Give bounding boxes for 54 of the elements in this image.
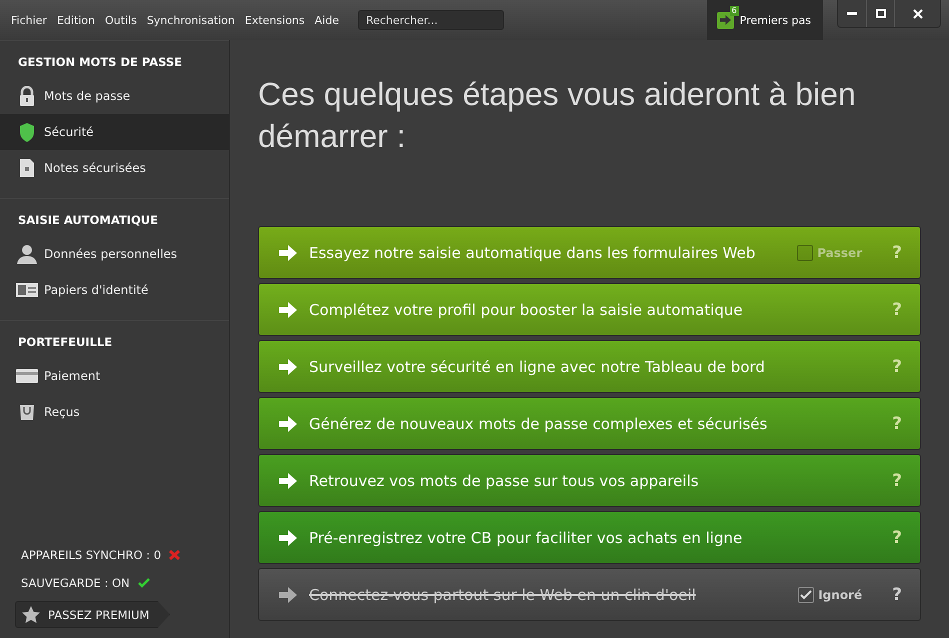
menu-item[interactable]: Outils (100, 14, 142, 26)
help-icon[interactable]: ? (892, 528, 902, 548)
sidebar-item[interactable]: Paiement (0, 358, 229, 394)
sidebar-item[interactable]: Reçus (0, 394, 229, 430)
status-text: SAUVEGARDE : ON (21, 576, 130, 590)
arrow-icon (279, 302, 297, 318)
getting-started-tab[interactable]: 6 Premiers pas (706, 0, 823, 40)
menu-item[interactable]: Synchronisation (142, 14, 240, 26)
sidebar-item[interactable]: Notes sécurisées (0, 150, 229, 186)
step-bar[interactable]: Pré-enregistrez votre CB pour faciliter vos achats en ligne ? (258, 511, 921, 564)
step-text: Pré-enregistrez votre CB pour faciliter vos achats en ligne (309, 528, 742, 546)
step-bar[interactable]: Complétez votre profil pour booster la saisie automatique ? (258, 283, 921, 336)
section-heading: SAISIE AUTOMATIQUE (18, 213, 159, 227)
step-text: Complétez votre profil pour booster la saisie automatique (309, 300, 743, 318)
step-text: Connectez-vous partout sur le Web en un clin d'oeil (309, 586, 696, 604)
menu-item[interactable]: Edition (52, 14, 100, 26)
skip-checkbox[interactable]: Ignoré (798, 586, 862, 602)
step-bar[interactable]: Connectez-vous partout sur le Web en un clin d'oeil Ignoré ? (258, 568, 921, 621)
arrow-icon (279, 358, 297, 374)
status-text: APPAREILS SYNCHRO : 0 (21, 548, 162, 562)
sidebar-item[interactable]: Données personnelles (0, 236, 229, 272)
minimize-icon (847, 12, 857, 15)
step-text: Surveillez votre sécurité en ligne avec notre Tableau de bord (309, 358, 765, 376)
star-icon (22, 606, 40, 623)
check-icon (800, 590, 812, 600)
count-badge: 6 (730, 6, 739, 16)
menu-item[interactable]: Aide (310, 14, 344, 26)
sidebar-item[interactable]: Mots de passe (0, 78, 229, 114)
person-icon (16, 244, 38, 264)
section-heading: GESTION MOTS DE PASSE (18, 55, 184, 69)
arrow-icon (279, 416, 297, 432)
arrow-icon (279, 586, 297, 602)
help-icon[interactable]: ? (892, 584, 902, 604)
id-card-icon (16, 283, 38, 297)
page-heading: Ces quelques étapes vous aideront à bien démarrer : (258, 75, 857, 156)
sidebar-item[interactable]: Papiers d'identité (0, 272, 229, 308)
search-field[interactable]: Rechercher... (358, 10, 504, 30)
section-heading: PORTEFEUILLE (18, 335, 114, 349)
step-bar[interactable]: Générez de nouveaux mots de passe complexes et sécurisés ? (258, 397, 921, 450)
step-text: Essayez notre saisie automatique dans les formulaires Web (309, 244, 756, 262)
credit-card-icon (16, 369, 38, 383)
close-icon (912, 8, 922, 18)
arrow-icon (279, 530, 297, 546)
step-bar[interactable]: Surveillez votre sécurité en ligne avec notre Tableau de bord ? (258, 340, 921, 393)
premium-button[interactable]: PASSEZ PREMIUM (15, 601, 170, 628)
maximize-icon (876, 9, 886, 18)
step-text: Générez de nouveaux mots de passe complexes et sécurisés (309, 414, 768, 432)
arrow-icon (279, 472, 297, 488)
step-text: Retrouvez vos mots de passe sur tous vos appareils (309, 472, 699, 490)
sidebar-item[interactable]: Sécurité (0, 114, 229, 150)
menu-item[interactable]: Fichier (6, 14, 52, 26)
step-bar[interactable]: Retrouvez vos mots de passe sur tous vos appareils ? (258, 454, 921, 507)
arrow-icon (279, 244, 297, 260)
menu-item[interactable]: Extensions (240, 14, 310, 26)
